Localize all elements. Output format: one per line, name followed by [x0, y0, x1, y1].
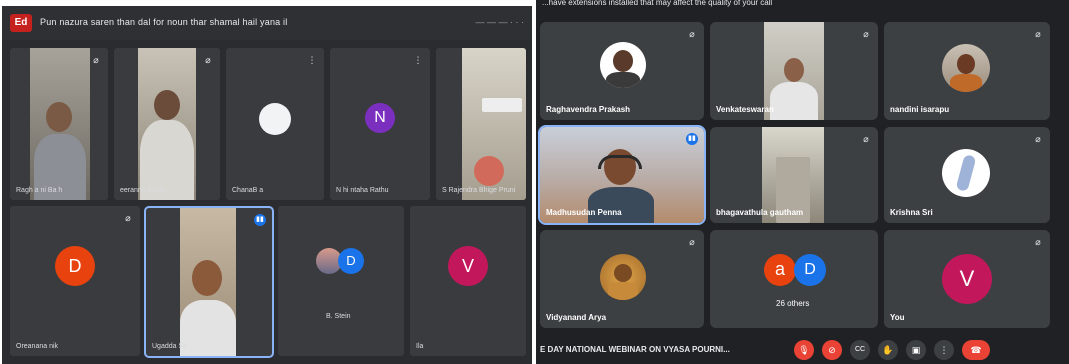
others-avatar: a	[764, 254, 796, 286]
others-avatar: D	[794, 254, 826, 286]
participant-tile[interactable]: ⌀ Ragh a ni Ba h	[10, 48, 108, 200]
participant-name: Ila	[416, 343, 424, 350]
participant-video	[462, 48, 526, 200]
left-window-timer: — — — · · ·	[475, 17, 525, 27]
participant-avatar: N	[365, 103, 395, 133]
participant-avatar-photo	[600, 254, 646, 300]
participant-tile[interactable]: ⌀ eeranna Bashi	[114, 48, 220, 200]
others-tile[interactable]: a D 26 others	[710, 230, 878, 328]
raise-hand-icon[interactable]: ✋	[878, 340, 898, 360]
participant-tile[interactable]: ⋮ ChanaB a	[226, 48, 324, 200]
mic-off-icon: ⌀	[205, 55, 211, 65]
participant-name: ChanaB a	[232, 187, 264, 194]
mic-off-icon: ⌀	[125, 213, 131, 223]
participant-name: Oreanana nik	[16, 343, 59, 350]
speaking-indicator-icon: ▮▮	[686, 133, 698, 145]
mic-off-icon[interactable]: 🎙	[794, 340, 814, 360]
participant-name: B. Stein	[326, 313, 351, 320]
others-count: 26 others	[776, 299, 810, 308]
mic-off-icon: ⌀	[1035, 134, 1041, 144]
participant-tile-active-speaker[interactable]: ▮▮ Madhusudan Penna	[538, 125, 706, 225]
participant-name: Ugadda Sa	[152, 343, 188, 350]
participant-avatar: V	[448, 246, 488, 286]
participant-tile[interactable]: N ⋮ N hi ntaha Rathu	[330, 48, 430, 200]
mic-off-icon: ⌀	[93, 55, 99, 65]
participant-avatar: D	[55, 246, 95, 286]
left-top-bar: Ed Pun nazura saren than dal for noun th…	[2, 6, 532, 40]
participant-name: N hi ntaha Rathu	[336, 187, 389, 194]
present-icon[interactable]: ▣	[906, 340, 926, 360]
left-window-title: Pun nazura saren than dal for noun thar …	[40, 17, 288, 27]
participant-video	[138, 48, 196, 200]
participant-tile[interactable]: D ⌀ Oreanana nik	[10, 206, 140, 356]
more-icon[interactable]: ⋮	[934, 340, 954, 360]
participant-avatar: D	[338, 248, 364, 274]
mic-off-icon: ⌀	[863, 134, 869, 144]
participant-name: S Rajendra Bhige Pruni	[442, 187, 516, 194]
participant-tile[interactable]: ⌀ bhagavathula gautham	[710, 127, 878, 223]
participant-avatar-photo	[942, 44, 990, 92]
participant-avatar-photo	[600, 42, 646, 88]
camera-off-icon[interactable]: ⊘	[822, 340, 842, 360]
app-logo: Ed	[10, 14, 32, 32]
participant-video	[30, 48, 90, 200]
left-meeting-window: Ed Pun nazura saren than dal for noun th…	[2, 6, 532, 364]
participant-name: Krishna Sri	[890, 208, 933, 217]
end-call-icon[interactable]: ☎	[962, 340, 990, 360]
participant-avatar	[259, 103, 291, 135]
participant-name: nandini isarapu	[890, 105, 950, 114]
mic-off-icon: ⌀	[689, 29, 695, 39]
participant-tile[interactable]: V Ila	[410, 206, 526, 356]
participant-avatar-photo	[942, 149, 990, 197]
participant-tile[interactable]: ⌀ Raghavendra Prakash	[540, 22, 704, 120]
participant-tile-active-speaker[interactable]: ▮▮ Ugadda Sa	[144, 206, 274, 358]
self-tile[interactable]: V ⌀ You	[884, 230, 1050, 328]
participant-tile[interactable]: D B. Stein	[278, 206, 404, 356]
more-icon[interactable]: ⋮	[306, 54, 318, 66]
extensions-warning: ...have extensions installed that may af…	[542, 0, 773, 7]
participant-name: Raghavendra Prakash	[546, 105, 631, 114]
meeting-title: E DAY NATIONAL WEBINAR ON VYASA POURNI..…	[540, 345, 730, 354]
participant-tile[interactable]: S Rajendra Bhige Pruni	[436, 48, 526, 200]
mic-off-icon: ⌀	[1035, 237, 1041, 247]
speaking-indicator-icon: ▮▮	[254, 214, 266, 226]
more-icon[interactable]: ⋮	[412, 54, 424, 66]
mic-off-icon: ⌀	[689, 237, 695, 247]
meeting-controls-bar: E DAY NATIONAL WEBINAR ON VYASA POURNI..…	[536, 336, 1069, 364]
participant-name: Venkateswaran	[716, 105, 774, 114]
participant-name: bhagavathula gautham	[716, 208, 804, 217]
right-meeting-window: ...have extensions installed that may af…	[536, 0, 1069, 364]
participant-tile[interactable]: ⌀ Venkateswaran	[710, 22, 878, 120]
mic-off-icon: ⌀	[863, 29, 869, 39]
participant-tile[interactable]: ⌀ Krishna Sri	[884, 127, 1050, 223]
participant-video	[180, 208, 236, 356]
participant-tile[interactable]: ⌀ Vidyanand Arya	[540, 230, 704, 328]
participant-name: Madhusudan Penna	[546, 208, 622, 217]
participant-name: Ragh a ni Ba h	[16, 187, 63, 194]
mic-off-icon: ⌀	[1035, 29, 1041, 39]
participant-name: Vidyanand Arya	[546, 313, 607, 322]
captions-button[interactable]: CC	[850, 340, 870, 360]
participant-name: eeranna Bashi	[120, 187, 166, 194]
participant-tile[interactable]: ⌀ nandini isarapu	[884, 22, 1050, 120]
participant-name: You	[890, 313, 905, 322]
self-avatar: V	[942, 254, 992, 304]
